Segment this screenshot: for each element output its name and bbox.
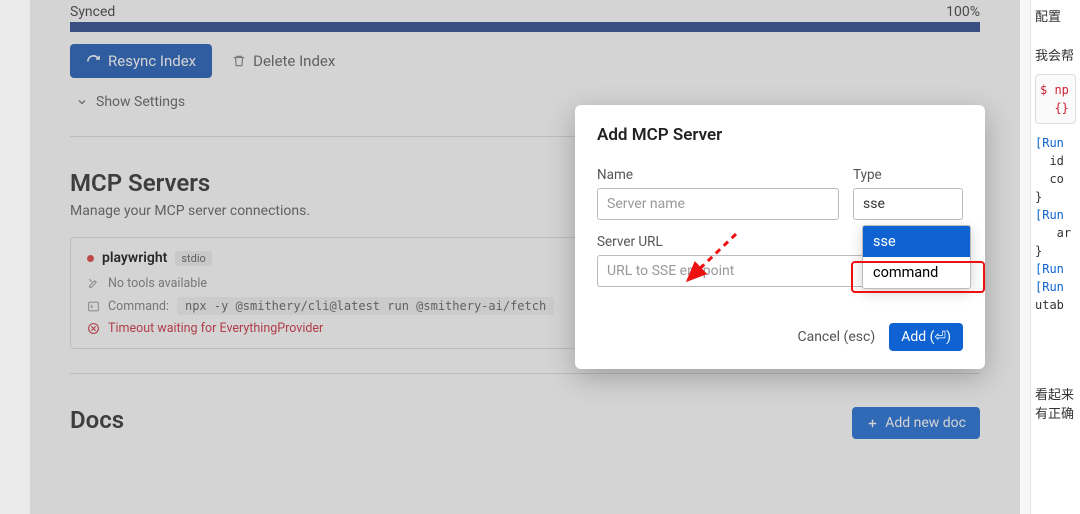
right-side-panel: 配置 我会帮 $ np {} [Run id co } [Run ar } [R… [1030, 0, 1080, 514]
run-line: [Run [1035, 134, 1076, 152]
left-sidebar [0, 0, 30, 514]
add-doc-label: Add new doc [885, 415, 966, 431]
plus-icon [866, 417, 879, 430]
command-value: npx -y @smithery/cli@latest run @smither… [177, 297, 554, 315]
add-new-doc-button[interactable]: Add new doc [852, 407, 980, 439]
name-field-label: Name [597, 167, 839, 183]
right-text: 我会帮 [1035, 45, 1076, 64]
type-field-label: Type [853, 167, 963, 183]
docs-title: Docs [70, 406, 124, 434]
run-line: co [1035, 170, 1076, 188]
sync-percent: 100% [946, 4, 980, 20]
sync-progress-bar [70, 22, 980, 32]
refresh-icon [86, 54, 101, 69]
trash-icon [232, 54, 246, 68]
server-name: playwright [102, 250, 167, 266]
error-text: Timeout waiting for EverythingProvider [108, 321, 323, 336]
docs-section: Docs Add new doc [70, 406, 980, 440]
add-label: Add (⏎) [901, 329, 951, 345]
delete-label: Delete Index [253, 52, 335, 70]
code-line: {} [1040, 99, 1071, 117]
right-code-box: $ np {} [1035, 74, 1076, 124]
run-line: id [1035, 152, 1076, 170]
error-icon [87, 322, 100, 335]
status-dot-icon [87, 255, 94, 262]
index-toolbar: Resync Index Delete Index [70, 44, 980, 78]
delete-index-button[interactable]: Delete Index [232, 52, 335, 70]
no-tools-text: No tools available [108, 276, 207, 291]
command-label: Command: [108, 299, 169, 314]
modal-title: Add MCP Server [597, 125, 963, 145]
chevron-down-icon [76, 96, 88, 108]
sync-status-row: Synced 100% [70, 0, 980, 22]
dropdown-option-command[interactable]: command [863, 257, 970, 288]
show-settings-label: Show Settings [96, 94, 185, 110]
code-line: $ np [1040, 81, 1071, 99]
divider [70, 373, 980, 374]
run-line: [Run [1035, 260, 1076, 278]
server-name-input[interactable] [597, 188, 839, 220]
run-line: [Run [1035, 278, 1076, 296]
resync-index-button[interactable]: Resync Index [70, 44, 212, 78]
run-line: utab [1035, 296, 1076, 314]
right-text: 有正确 [1035, 403, 1076, 422]
sync-status-label: Synced [70, 4, 115, 20]
server-type-badge: stdio [175, 251, 211, 266]
run-line: } [1035, 242, 1076, 260]
run-line: } [1035, 188, 1076, 206]
run-line: [Run [1035, 206, 1076, 224]
add-server-button[interactable]: Add (⏎) [889, 323, 963, 351]
tools-icon [87, 277, 100, 290]
right-text: 配置 [1035, 6, 1076, 25]
dropdown-option-sse[interactable]: sse [863, 226, 970, 257]
server-type-select[interactable] [853, 188, 963, 220]
type-dropdown: sse command [862, 225, 971, 289]
terminal-icon [87, 300, 100, 313]
right-text: 看起来 [1035, 384, 1076, 403]
resync-label: Resync Index [108, 52, 196, 70]
run-line: ar [1035, 224, 1076, 242]
cancel-button[interactable]: Cancel (esc) [797, 329, 875, 345]
